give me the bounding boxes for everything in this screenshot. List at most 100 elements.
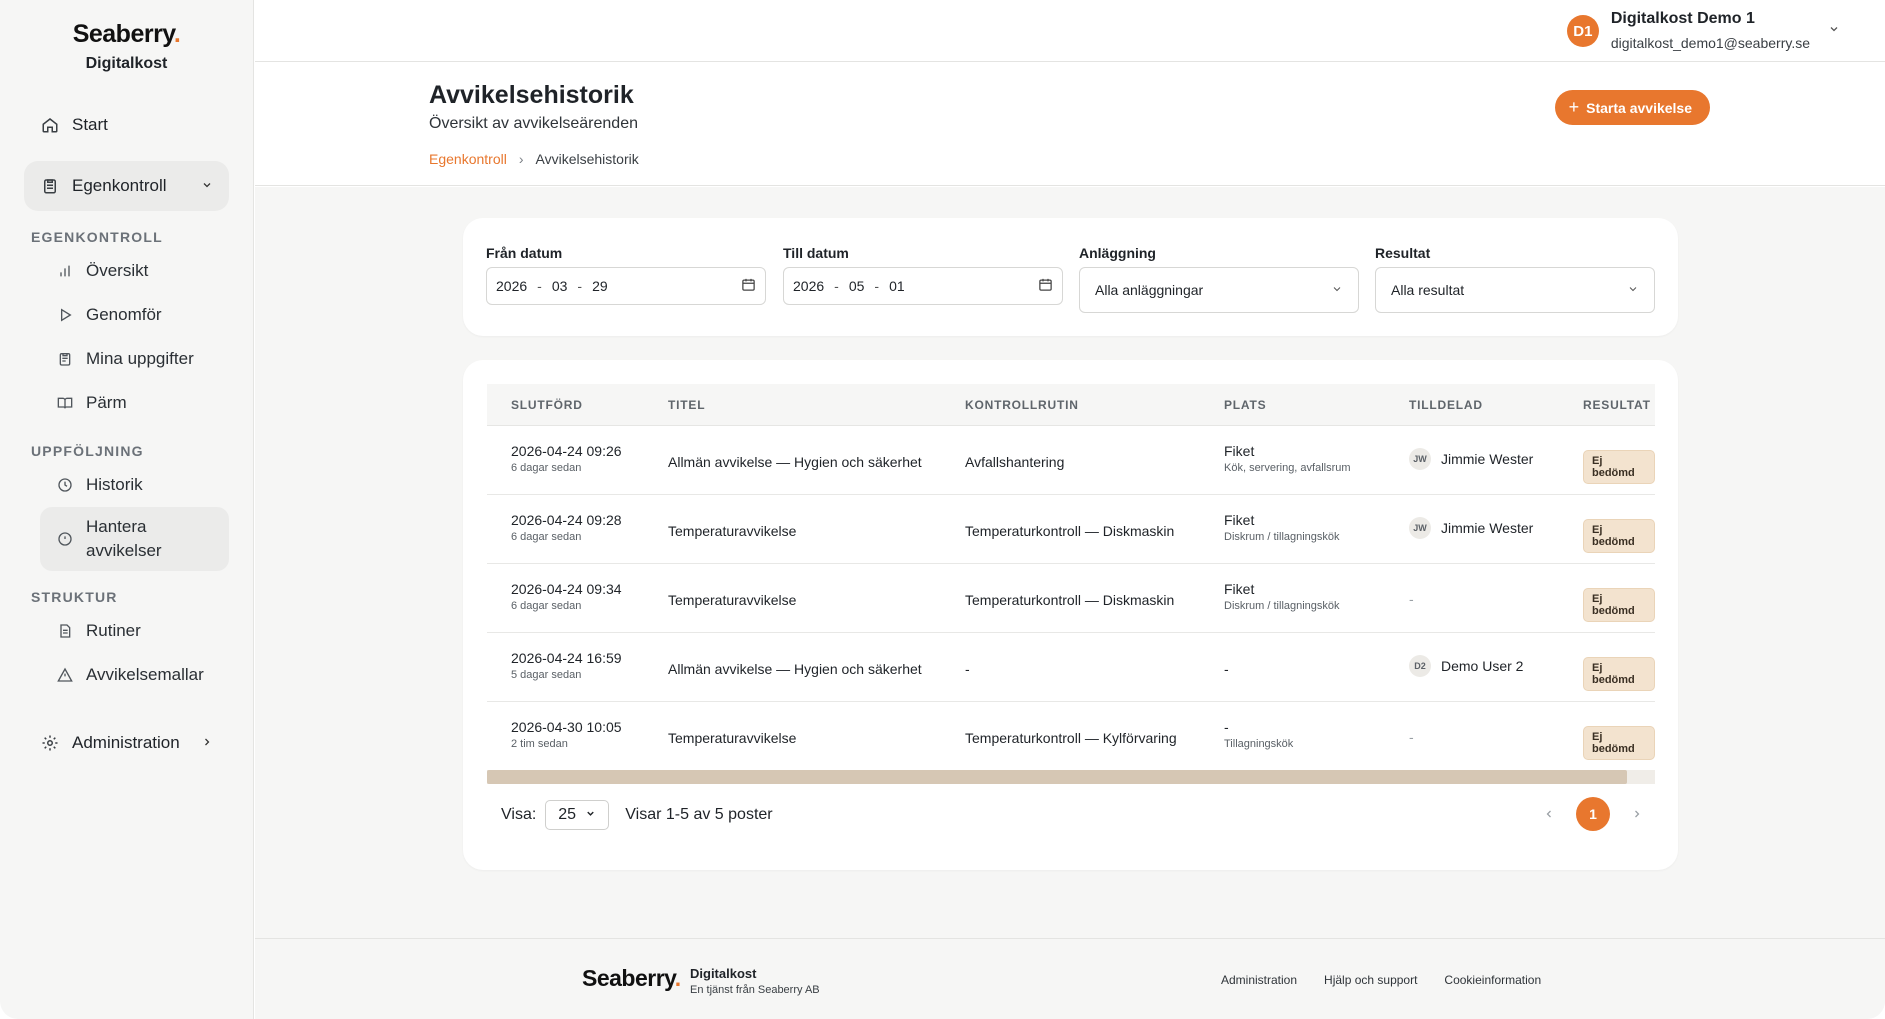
breadcrumb: Egenkontroll › Avvikelsehistorik xyxy=(429,151,639,167)
clock-icon xyxy=(56,476,74,494)
sidebar-item-parm[interactable]: Pärm xyxy=(40,381,229,425)
completed-date: 2026-04-24 09:28 xyxy=(511,512,622,528)
column-header-completed[interactable]: SLUTFÖRD xyxy=(511,398,583,412)
sidebar-item-label: Administration xyxy=(72,733,180,752)
to-day[interactable]: 01 xyxy=(889,278,905,294)
footer-link-cookies[interactable]: Cookieinformation xyxy=(1444,973,1541,987)
calendar-icon[interactable] xyxy=(741,277,756,295)
previous-page-button[interactable] xyxy=(1532,797,1566,831)
footer-link-administration[interactable]: Administration xyxy=(1221,973,1297,987)
sidebar-item-label: Pärm xyxy=(86,393,127,412)
from-date-field: Från datum 2026- 03- 29 xyxy=(486,245,766,305)
logo-dot: . xyxy=(173,20,181,48)
start-deviation-button[interactable]: + Starta avvikelse xyxy=(1554,90,1710,125)
assignee-avatar: D2 xyxy=(1409,655,1431,677)
sidebar-item-label: Översikt xyxy=(86,261,149,280)
routine-cell: Temperaturkontroll — Diskmaskin xyxy=(965,523,1175,539)
routine-cell: Temperaturkontroll — Diskmaskin xyxy=(965,592,1175,608)
user-menu[interactable]: D1 Digitalkost Demo 1 digitalkost_demo1@… xyxy=(1566,10,1840,51)
footer-logo[interactable]: Seaberry. xyxy=(582,965,681,992)
result-value: Alla resultat xyxy=(1391,282,1465,298)
sidebar-item-administration[interactable]: Administration xyxy=(24,721,229,765)
column-header-assigned[interactable]: TILLDELAD xyxy=(1409,398,1483,412)
to-year[interactable]: 2026 xyxy=(793,278,824,294)
logo-text: Seaberry xyxy=(72,20,175,48)
result-cell: Ej bedömd xyxy=(1583,588,1655,622)
sidebar-item-start[interactable]: Start xyxy=(24,103,229,147)
status-badge: Ej bedömd xyxy=(1583,588,1655,622)
facility-select[interactable]: Alla anläggningar xyxy=(1079,267,1359,313)
facility-field: Anläggning Alla anläggningar xyxy=(1079,245,1359,313)
sidebar: Seaberry. Digitalkost Start Egenkontroll xyxy=(0,0,254,1019)
chevron-left-icon xyxy=(1546,810,1551,818)
table-row[interactable]: 2026-04-24 09:34 6 dagar sedan Temperatu… xyxy=(487,564,1655,633)
completed-cell: 2026-04-24 09:26 6 dagar sedan xyxy=(511,443,622,474)
sidebar-item-rutiner[interactable]: Rutiner xyxy=(40,609,229,653)
completed-date: 2026-04-24 16:59 xyxy=(511,650,622,666)
alert-circle-icon xyxy=(56,530,74,548)
breadcrumb-link-egenkontroll[interactable]: Egenkontroll xyxy=(429,151,507,167)
title-cell: Allmän avvikelse — Hygien och säkerhet xyxy=(668,454,922,470)
from-day[interactable]: 29 xyxy=(592,278,608,294)
pagination-summary: Visar 1-5 av 5 poster xyxy=(625,806,773,823)
page-number-button[interactable]: 1 xyxy=(1576,797,1610,831)
result-select[interactable]: Alla resultat xyxy=(1375,267,1655,313)
horizontal-scrollbar[interactable] xyxy=(487,770,1655,784)
sidebar-item-label: Genomför xyxy=(86,305,162,324)
table-row[interactable]: 2026-04-24 09:28 6 dagar sedan Temperatu… xyxy=(487,495,1655,564)
from-date-input[interactable]: 2026- 03- 29 xyxy=(486,267,766,305)
column-header-routine[interactable]: KONTROLLRUTIN xyxy=(965,398,1079,412)
book-icon xyxy=(56,394,74,412)
sidebar-item-oversikt[interactable]: Översikt xyxy=(40,249,229,293)
column-header-result[interactable]: RESULTAT xyxy=(1583,398,1651,412)
sidebar-item-egenkontroll[interactable]: Egenkontroll xyxy=(24,161,229,211)
sidebar-item-historik[interactable]: Historik xyxy=(40,463,229,507)
assignee-avatar: JW xyxy=(1409,517,1431,539)
sidebar-item-avvikelsemallar[interactable]: Avvikelsemallar xyxy=(40,653,229,697)
user-email: digitalkost_demo1@seaberry.se xyxy=(1610,35,1810,51)
to-month[interactable]: 05 xyxy=(849,278,865,294)
sidebar-item-genomfor[interactable]: Genomför xyxy=(40,293,229,337)
title-cell: Temperaturavvikelse xyxy=(668,523,797,539)
chevron-down-icon xyxy=(1331,282,1343,298)
footer-product: Digitalkost xyxy=(690,966,757,981)
completed-cell: 2026-04-30 10:05 2 tim sedan xyxy=(511,719,622,750)
seaberry-logo[interactable]: Seaberry. xyxy=(0,20,253,49)
gear-icon xyxy=(40,733,60,753)
next-page-button[interactable] xyxy=(1620,797,1654,831)
table-row[interactable]: 2026-04-30 10:05 2 tim sedan Temperatura… xyxy=(487,702,1655,771)
footer-links: Administration Hjälp och support Cookiei… xyxy=(1221,973,1568,987)
facility-value: Alla anläggningar xyxy=(1095,282,1204,298)
avatar: D1 xyxy=(1566,15,1599,47)
page-size-select[interactable]: 25 xyxy=(545,800,610,830)
sidebar-item-label: Mina uppgifter xyxy=(86,349,194,368)
place-cell: - Tillagningskök xyxy=(1224,719,1293,750)
completed-ago: 6 dagar sedan xyxy=(511,600,582,612)
result-cell: Ej bedömd xyxy=(1583,657,1655,691)
sidebar-nav-admin: Administration xyxy=(0,721,253,765)
from-month[interactable]: 03 xyxy=(552,278,568,294)
place-name: - xyxy=(1224,661,1229,677)
completed-date: 2026-04-24 09:26 xyxy=(511,443,622,459)
home-icon xyxy=(40,115,60,135)
completed-ago: 5 dagar sedan xyxy=(511,669,582,681)
sidebar-item-hantera-avvikelser[interactable]: Hantera avvikelser xyxy=(40,507,229,571)
calendar-icon[interactable] xyxy=(1038,277,1053,295)
assigned-cell: - xyxy=(1409,729,1414,745)
to-date-input[interactable]: 2026- 05- 01 xyxy=(783,267,1063,305)
scrollbar-thumb[interactable] xyxy=(487,770,1627,784)
user-name: Digitalkost Demo 1 xyxy=(1610,10,1755,27)
table-row[interactable]: 2026-04-24 09:26 6 dagar sedan Allmän av… xyxy=(487,426,1655,495)
table-row[interactable]: 2026-04-24 16:59 5 dagar sedan Allmän av… xyxy=(487,633,1655,702)
pagination: 1 xyxy=(1532,797,1654,831)
footer-link-help[interactable]: Hjälp och support xyxy=(1324,973,1417,987)
result-field: Resultat Alla resultat xyxy=(1375,245,1655,313)
from-year[interactable]: 2026 xyxy=(496,278,527,294)
place-detail: Diskrum / tillagningskök xyxy=(1224,600,1340,612)
chevron-down-icon xyxy=(201,176,213,196)
sidebar-item-label: Start xyxy=(72,115,108,134)
breadcrumb-current: Avvikelsehistorik xyxy=(535,151,639,167)
column-header-title[interactable]: TITEL xyxy=(668,398,705,412)
column-header-place[interactable]: PLATS xyxy=(1224,398,1266,412)
sidebar-item-mina-uppgifter[interactable]: Mina uppgifter xyxy=(40,337,229,381)
